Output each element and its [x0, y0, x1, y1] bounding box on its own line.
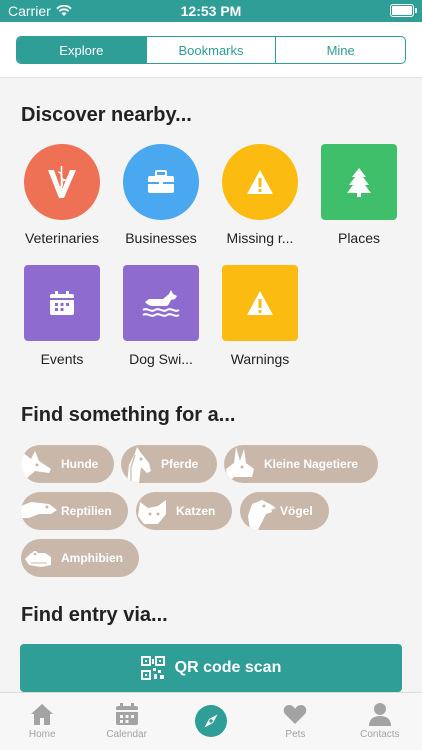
frog-icon [25, 551, 51, 567]
qr-scan-button[interactable]: QR code scan [20, 644, 402, 692]
home-icon [31, 704, 54, 725]
segment-explore[interactable]: Explore [17, 37, 147, 63]
pill-amphibien[interactable]: Amphibien [21, 539, 139, 577]
tab-label: Pets [285, 729, 306, 740]
pill-pferde[interactable]: Pferde [121, 445, 217, 483]
tile-label: Missing r... [226, 230, 294, 246]
tile-label: Warnings [230, 351, 290, 367]
tile-events[interactable]: Events [14, 265, 110, 367]
tab-label: Home [28, 729, 56, 740]
tab-label: Calendar [106, 729, 147, 740]
tile-label: Dog Swi... [129, 351, 193, 367]
calendar-icon [24, 265, 100, 341]
tile-label: Veterinaries [25, 230, 99, 246]
clock: 12:53 PM [180, 3, 242, 19]
horse-icon [127, 447, 151, 483]
tab-pets[interactable]: Pets [253, 693, 337, 750]
tab-contacts[interactable]: Contacts [338, 693, 422, 750]
tile-dog-swimming[interactable]: Dog Swi... [113, 265, 209, 367]
dog-swimming-icon [123, 265, 199, 341]
tile-label: Places [337, 230, 381, 246]
dog-icon [21, 451, 51, 483]
header: Carrier 12:53 PM Explore Bookmarks Mine [0, 0, 422, 78]
tile-veterinaries[interactable]: Veterinaries [14, 144, 110, 246]
tab-calendar[interactable]: Calendar [84, 693, 168, 750]
pill-label: Hunde [61, 457, 99, 471]
pill-label: Katzen [176, 504, 216, 518]
tab-bar: Home Calendar Pets Contacts [0, 692, 422, 750]
pill-label: Vögel [280, 504, 313, 518]
pill-voegel[interactable]: Vögel [240, 492, 329, 530]
tile-businesses[interactable]: Businesses [113, 144, 209, 246]
tile-missing[interactable]: Missing r... [212, 144, 308, 246]
reptile-icon [21, 502, 57, 518]
tab-label: Contacts [360, 729, 400, 740]
qr-code-icon [140, 656, 165, 680]
calendar-icon [115, 703, 138, 725]
warning-icon [222, 265, 298, 341]
segment-mine[interactable]: Mine [276, 37, 405, 63]
pill-reptilien[interactable]: Reptilien [21, 492, 128, 530]
heart-icon [284, 705, 307, 724]
status-bar: Carrier 12:53 PM [0, 0, 422, 22]
discover-title: Discover nearby... [21, 104, 192, 126]
tree-icon [321, 144, 397, 220]
warning-icon [222, 144, 298, 220]
cat-icon [138, 500, 166, 524]
segment-bookmarks[interactable]: Bookmarks [147, 37, 277, 63]
person-icon [368, 703, 391, 726]
pill-hunde[interactable]: Hunde [21, 445, 114, 483]
find-for-title: Find something for a... [21, 404, 236, 426]
pill-katzen[interactable]: Katzen [136, 492, 232, 530]
pill-label: Reptilien [61, 504, 112, 518]
rabbit-icon [226, 447, 254, 483]
tab-explore[interactable] [169, 693, 253, 750]
tile-places[interactable]: Places [311, 144, 407, 246]
pill-label: Kleine Nagetiere [264, 457, 359, 471]
tile-label: Businesses [125, 230, 197, 246]
tab-home[interactable]: Home [0, 693, 84, 750]
veterinary-icon [24, 144, 100, 220]
qr-scan-label: QR code scan [174, 659, 282, 676]
briefcase-icon [123, 144, 199, 220]
compass-icon [195, 705, 228, 737]
pill-label: Pferde [161, 457, 199, 471]
pill-kleine-nagetiere[interactable]: Kleine Nagetiere [224, 445, 378, 483]
find-entry-title: Find entry via... [21, 604, 168, 626]
tile-label: Events [40, 351, 84, 367]
tile-warnings[interactable]: Warnings [212, 265, 308, 367]
battery-icon [390, 4, 417, 17]
pill-label: Amphibien [61, 551, 123, 565]
bird-icon [248, 500, 276, 530]
view-segmented-control: Explore Bookmarks Mine [16, 36, 406, 64]
